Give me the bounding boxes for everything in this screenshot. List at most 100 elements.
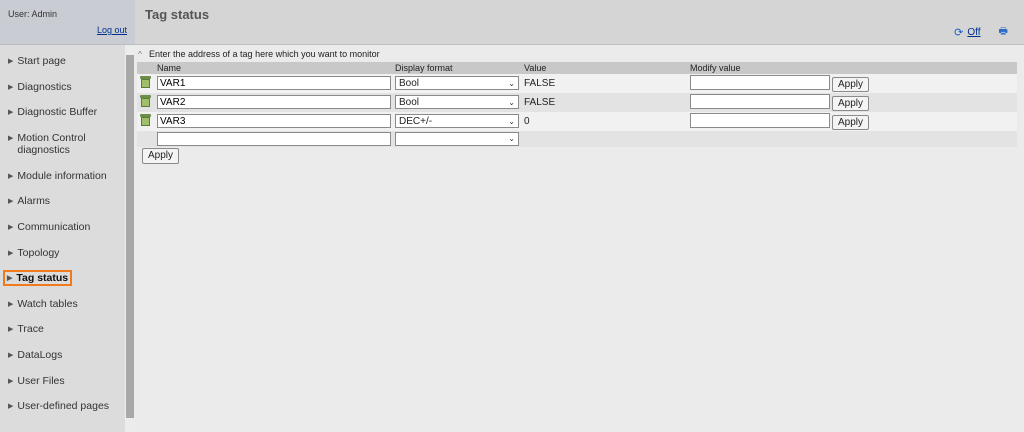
nav-item-start-page[interactable]: ▶ Start page	[0, 55, 124, 81]
table-row: Bool ⌄ FALSE Apply	[137, 74, 1017, 93]
tag-name-input[interactable]	[157, 114, 391, 129]
value-cell: 0	[522, 111, 688, 131]
nav-item-label: Topology	[17, 246, 60, 259]
caret-right-icon: ▶	[8, 300, 14, 308]
modify-value-input[interactable]	[690, 93, 830, 109]
display-format-select[interactable]: ⌄	[395, 131, 519, 146]
nav-item-diagnostic-buffer[interactable]: ▶ Diagnostic Buffer	[0, 106, 124, 132]
caret-right-icon: ▶	[8, 172, 14, 180]
apply-row-button[interactable]: Apply	[832, 76, 870, 92]
format-cell: Bool ⌄	[393, 74, 522, 93]
nav-item-watch-tables[interactable]: ▶ Watch tables	[0, 298, 124, 324]
nav-item-alarms[interactable]: ▶ Alarms	[0, 195, 124, 221]
name-cell	[155, 74, 393, 93]
page-header: Tag status ⟳ Off 🖶	[135, 0, 1024, 45]
caret-right-icon: ▶	[8, 326, 14, 334]
scrollbar-thumb[interactable]	[126, 55, 134, 418]
tag-name-input[interactable]	[157, 95, 391, 110]
nav-item-label: DataLogs	[17, 348, 63, 361]
nav-menu: ▶ Start page ▶ Diagnostics ▶ Diagnostic Buf…	[0, 55, 124, 426]
nav-item-label: Watch tables	[17, 297, 78, 310]
nav-item-label: Alarms	[17, 195, 51, 208]
chevron-down-icon: ⌄	[508, 134, 515, 144]
trash-icon[interactable]	[139, 75, 153, 88]
logout-link[interactable]: Log out	[97, 25, 127, 35]
trash-icon[interactable]	[139, 94, 153, 107]
sidebar-scrollbar[interactable]	[125, 45, 135, 432]
table-header: Name Display format Value Modify value	[137, 62, 1017, 74]
modify-value-input[interactable]	[690, 75, 830, 90]
name-cell	[155, 92, 393, 112]
header-spacer	[137, 62, 155, 74]
modify-cell: Apply	[688, 111, 1017, 131]
nav-item-label: User Files	[17, 374, 65, 387]
delete-cell	[137, 92, 155, 112]
trash-icon[interactable]	[139, 113, 153, 126]
name-cell	[155, 111, 393, 131]
apply-button[interactable]: Apply	[142, 148, 180, 164]
caret-right-icon: ▶	[8, 223, 14, 231]
nav-item-datalogs[interactable]: ▶ DataLogs	[0, 349, 124, 375]
value-cell: FALSE	[522, 92, 688, 112]
nav-item-user-defined-pages[interactable]: ▶ User-defined pages	[0, 400, 124, 426]
nav-item-label: Diagnostic Buffer	[17, 106, 98, 119]
tag-name-input[interactable]	[157, 76, 391, 91]
display-format-select[interactable]: DEC+/- ⌄	[395, 114, 519, 129]
table-row-new: ⌄	[137, 130, 1017, 147]
tag-table: Name Display format Value Modify value B…	[137, 62, 1017, 147]
value-cell: FALSE	[522, 74, 688, 93]
active-highlight: ▶ Tag status	[3, 270, 73, 287]
nav-item-label: Communication	[17, 220, 91, 233]
select-value: Bool	[399, 77, 420, 89]
format-cell: DEC+/- ⌄	[393, 111, 522, 131]
page-title: Tag status	[145, 7, 210, 22]
modify-value-input[interactable]	[690, 112, 830, 128]
new-tag-name-input[interactable]	[157, 131, 391, 146]
delete-cell	[137, 74, 155, 93]
nav-item-tag-status[interactable]: ▶ Tag status	[0, 270, 124, 298]
delete-cell	[137, 130, 155, 147]
modify-cell: Apply	[688, 92, 1017, 112]
refresh-off-link[interactable]: Off	[967, 27, 980, 38]
column-header-format: Display format	[393, 62, 522, 74]
hint-text: Enter the address of a tag here which yo…	[149, 49, 380, 59]
column-header-name: Name	[155, 62, 393, 74]
nav-item-label: Diagnostics	[17, 80, 72, 93]
apply-row-button[interactable]: Apply	[832, 95, 870, 111]
caret-right-icon: ▶	[8, 403, 14, 411]
caret-right-icon: ▶	[8, 351, 14, 359]
chevron-down-icon: ⌄	[508, 78, 515, 88]
caret-right-icon: ▶	[8, 83, 14, 91]
caret-right-icon: ▶	[8, 249, 14, 257]
apply-row-button[interactable]: Apply	[832, 114, 870, 130]
nav-item-user-files[interactable]: ▶ User Files	[0, 375, 124, 401]
table-row: DEC+/- ⌄ 0 Apply	[137, 111, 1017, 131]
refresh-icon[interactable]: ⟳	[954, 26, 963, 39]
nav-item-trace[interactable]: ▶ Trace	[0, 323, 124, 349]
display-format-select[interactable]: Bool ⌄	[395, 95, 519, 110]
table-row: Bool ⌄ FALSE Apply	[137, 92, 1017, 112]
nav-item-label: Trace	[17, 323, 44, 336]
modify-cell: Apply	[688, 74, 1017, 93]
nav-item-topology[interactable]: ▶ Topology	[0, 247, 124, 273]
collapse-icon[interactable]: ^	[135, 50, 145, 59]
sidebar: User: Admin Log out ▶ Start page ▶ Diagnos…	[0, 0, 135, 432]
caret-right-icon: ▶	[8, 58, 14, 65]
caret-right-icon: ▶	[7, 275, 13, 283]
print-icon[interactable]: 🖶	[999, 24, 1008, 41]
value-cell	[522, 130, 688, 147]
nav-item-communication[interactable]: ▶ Communication	[0, 221, 124, 247]
nav-item-diagnostics[interactable]: ▶ Diagnostics	[0, 81, 124, 107]
nav-item-label: Tag status	[16, 272, 69, 285]
nav-item-label: Module information	[17, 169, 107, 182]
format-cell: ⌄	[393, 130, 522, 147]
nav-item-label: Start page	[17, 55, 66, 67]
nav-item-module-information[interactable]: ▶ Module information	[0, 170, 124, 196]
select-value: DEC+/-	[399, 115, 433, 127]
delete-cell	[137, 111, 155, 131]
modify-cell	[688, 130, 1017, 147]
display-format-select[interactable]: Bool ⌄	[395, 76, 519, 91]
name-cell	[155, 130, 393, 147]
nav-item-motion-control[interactable]: ▶ Motion Control diagnostics	[0, 132, 124, 170]
caret-right-icon: ▶	[8, 198, 14, 206]
